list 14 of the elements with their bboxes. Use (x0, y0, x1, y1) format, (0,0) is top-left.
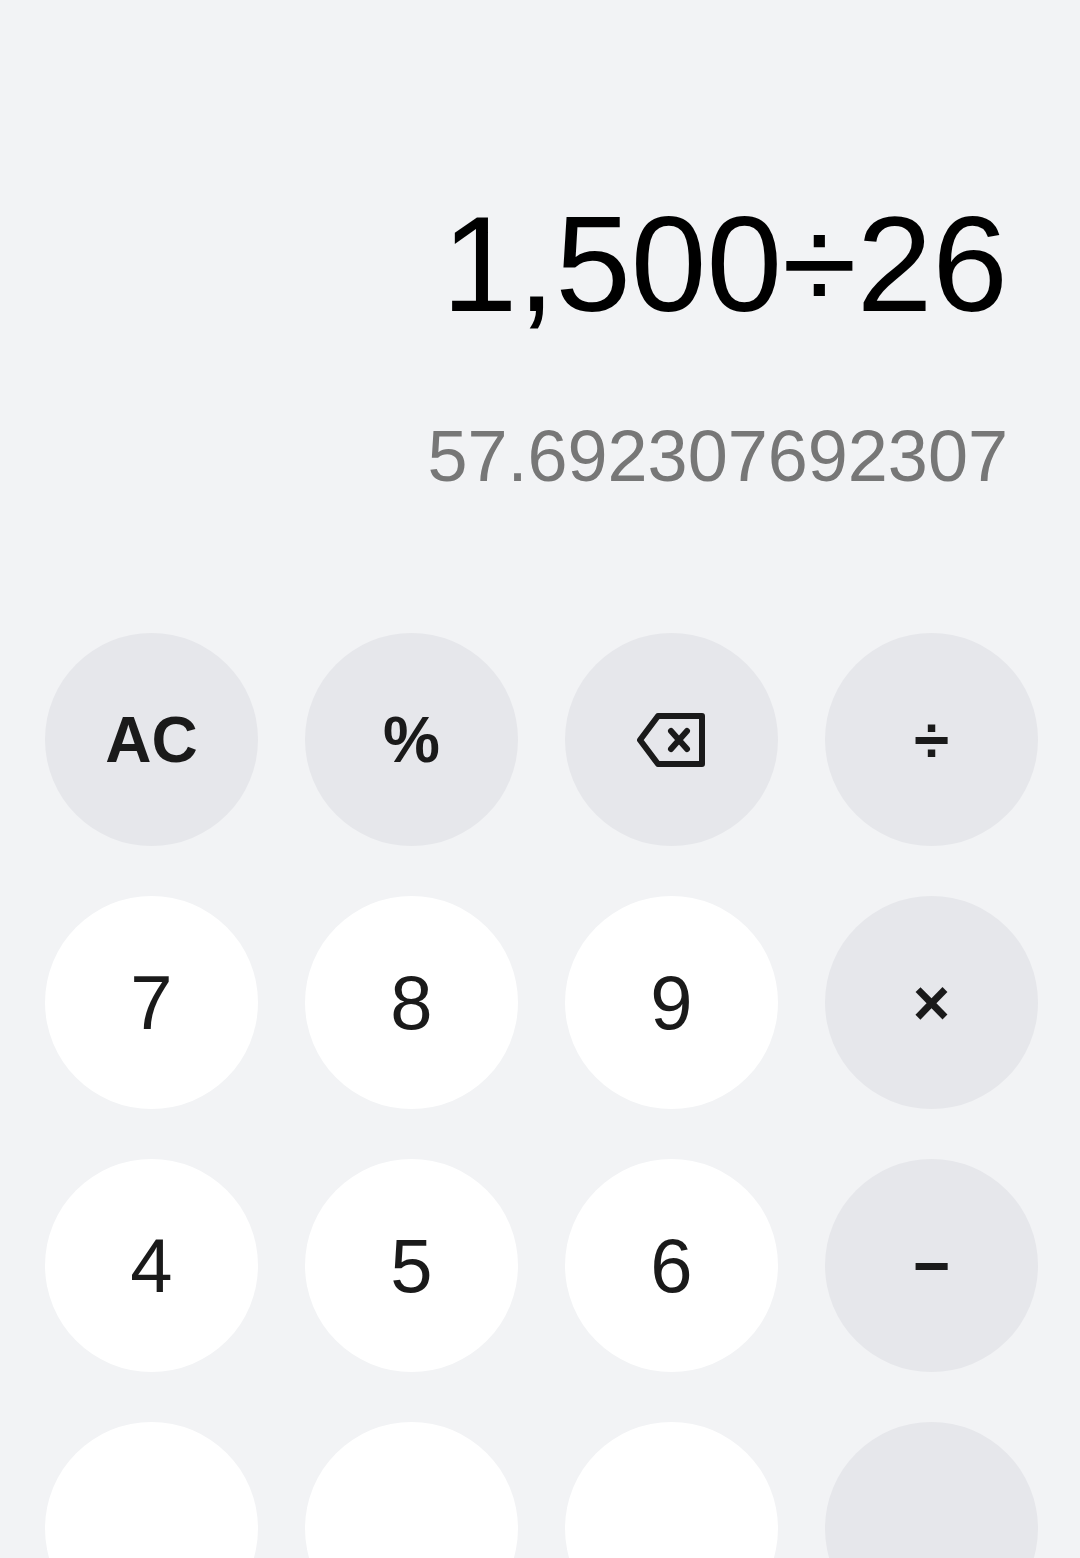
operator-key[interactable]: ÷ (825, 633, 1038, 846)
digit-key[interactable]: 8 (305, 896, 518, 1109)
operator-key[interactable]: % (305, 633, 518, 846)
digit-key[interactable]: 7 (45, 896, 258, 1109)
operator-key[interactable]: AC (45, 633, 258, 846)
digit-key[interactable]: 5 (305, 1159, 518, 1372)
digit-key[interactable]: 4 (45, 1159, 258, 1372)
operator-key[interactable]: − (825, 1159, 1038, 1372)
expression-text: 1,500÷26 (441, 196, 1008, 332)
digit-key[interactable]: 6 (565, 1159, 778, 1372)
operator-key[interactable]: × (825, 896, 1038, 1109)
digit-key[interactable]: 9 (565, 896, 778, 1109)
backspace-icon (635, 711, 708, 768)
result-text: 57.692307692307 (427, 420, 1008, 492)
